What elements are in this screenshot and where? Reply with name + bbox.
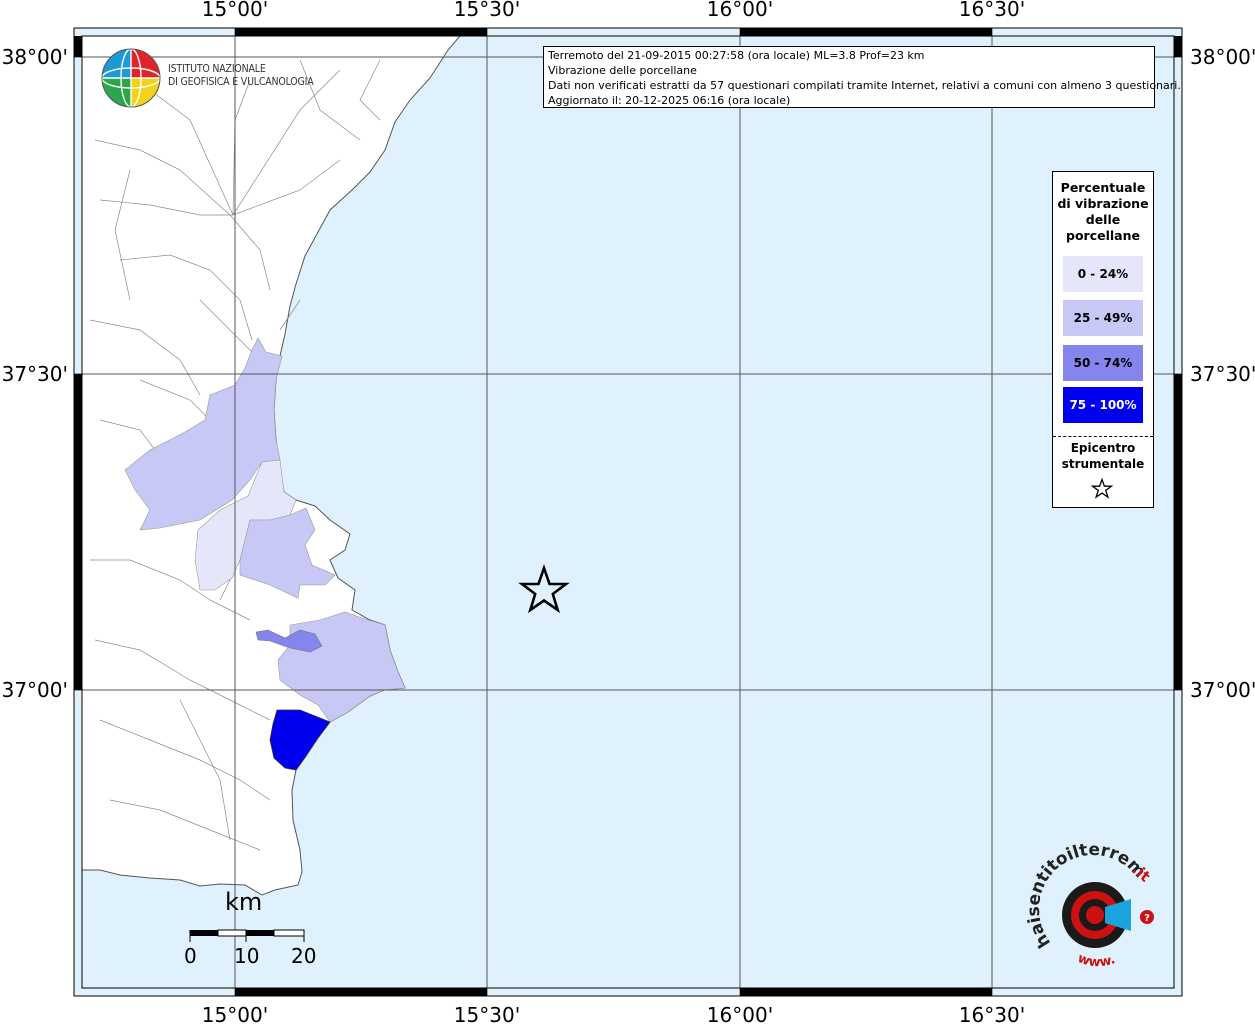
legend-title-line: Percentuale (1060, 180, 1146, 195)
lon-bottom-label: 15°00' (202, 1003, 268, 1024)
intensity-map: 15°00' 15°30' 16°00' 16°30' 15°00' 15°30… (2, 0, 1255, 1024)
event-info-line4: Aggiornato il: 20-12-2025 06:16 (ora loc… (548, 94, 791, 107)
legend-swatch-0-24: 0 - 24% (1063, 256, 1143, 292)
axis-labels-bottom: 15°00' 15°30' 16°00' 16°30' (202, 1003, 1025, 1024)
legend-divider (1053, 436, 1153, 437)
lon-top-label: 15°00' (202, 0, 268, 21)
event-info-line3: Dati non verificati estratti da 57 quest… (548, 79, 1181, 92)
lat-right-label: 38°00' (1190, 45, 1255, 69)
event-info-line2: Vibrazione delle porcellane (548, 64, 697, 77)
svg-text:?: ? (1144, 913, 1150, 924)
ingv-logo-line1: ISTITUTO NAZIONALE (168, 63, 266, 75)
legend-title: Percentuale di vibrazione delle porcella… (1053, 180, 1153, 244)
lon-top-label: 16°00' (707, 0, 773, 21)
legend-epicenter-line: strumentale (1061, 457, 1145, 471)
lon-bottom-label: 16°30' (959, 1003, 1025, 1024)
legend-swatch-75-100: 75 - 100% (1063, 387, 1143, 423)
axis-labels-top: 15°00' 15°30' 16°00' 16°30' (202, 0, 1025, 21)
legend-star-icon (1091, 478, 1113, 499)
axis-labels-left: 38°00' 37°30' 37°00' (2, 45, 68, 702)
lat-left-label: 38°00' (2, 45, 68, 69)
lon-top-label: 16°30' (959, 0, 1025, 21)
legend-swatch-50-74: 50 - 74% (1063, 345, 1143, 381)
event-info-line1: Terremoto del 21-09-2015 00:27:58 (ora l… (548, 49, 925, 62)
axis-labels-right: 38°00' 37°30' 37°00' (1190, 45, 1255, 702)
lon-bottom-label: 15°30' (454, 1003, 520, 1024)
scale-label-20: 20 (291, 944, 317, 968)
legend-swatch-25-49: 25 - 49% (1063, 300, 1143, 336)
lat-left-label: 37°30' (2, 362, 68, 386)
legend-title-line: di vibrazione (1057, 196, 1149, 211)
event-info-box: Terremoto del 21-09-2015 00:27:58 (ora l… (543, 46, 1181, 108)
ingv-logo-icon (101, 48, 161, 108)
ingv-logo-text: ISTITUTO NAZIONALE DI GEOFISICA E VULCAN… (168, 63, 314, 89)
legend-title-line: delle (1085, 212, 1121, 227)
legend-epicenter-line: Epicentro (1070, 441, 1136, 455)
scale-label-0: 0 (184, 944, 197, 968)
legend-epicenter-label: Epicentro strumentale (1053, 440, 1153, 472)
scale-label-10: 10 (234, 944, 260, 968)
ingv-logo-line2: DI GEOFISICA E VULCANOLOGIA (168, 76, 314, 88)
lon-top-label: 15°30' (454, 0, 520, 21)
lat-right-label: 37°00' (1190, 678, 1255, 702)
scale-title: km (225, 888, 263, 916)
lat-left-label: 37°00' (2, 678, 68, 702)
lon-bottom-label: 16°00' (707, 1003, 773, 1024)
map-legend: Percentuale di vibrazione delle porcella… (1052, 171, 1154, 508)
legend-title-line: porcellane (1066, 228, 1140, 243)
lat-right-label: 37°30' (1190, 362, 1255, 386)
